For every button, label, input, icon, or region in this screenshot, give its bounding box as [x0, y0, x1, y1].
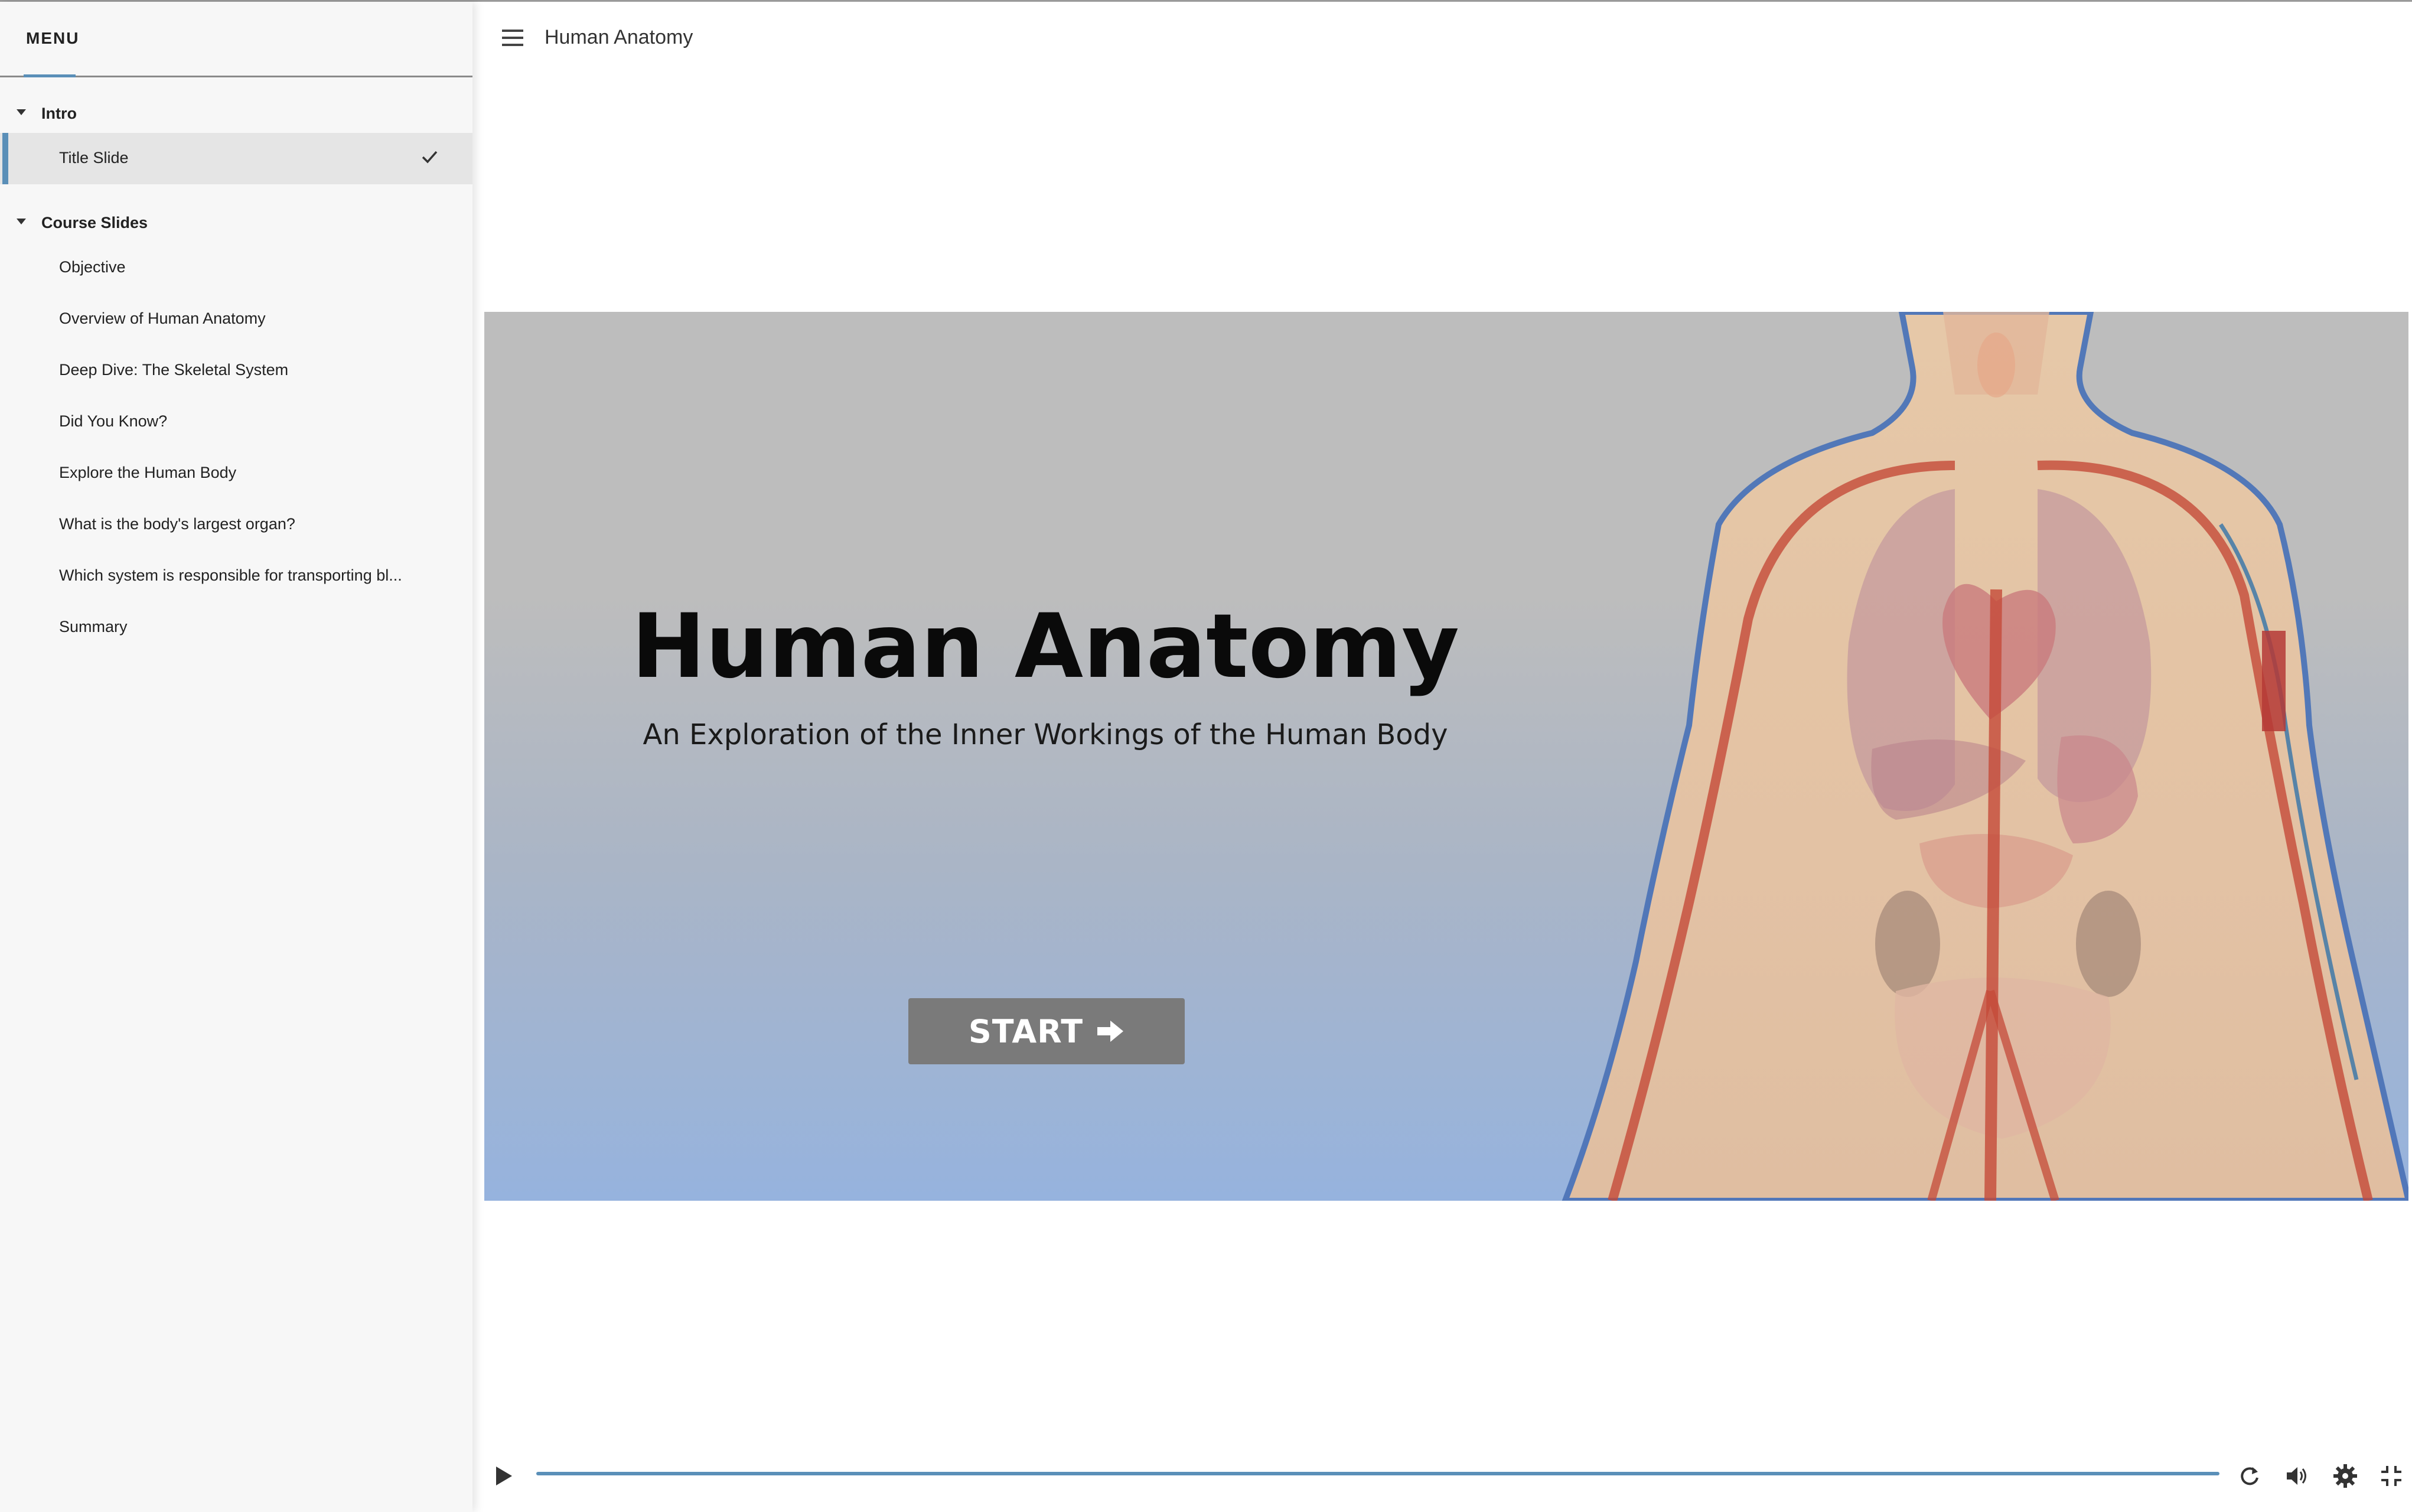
sidebar-item-overview[interactable]: Overview of Human Anatomy	[0, 294, 472, 345]
exit-fullscreen-icon[interactable]	[2378, 1462, 2405, 1490]
section-title: Intro	[41, 105, 77, 122]
sidebar-item-label: Did You Know?	[59, 412, 168, 430]
menu-header: MENU	[0, 2, 472, 77]
sidebar-item-title-slide[interactable]: Title Slide	[0, 133, 472, 184]
hamburger-icon[interactable]	[502, 30, 523, 46]
sidebar-item-skeletal-system[interactable]: Deep Dive: The Skeletal System	[0, 345, 472, 396]
sidebar-item-transport-system[interactable]: Which system is responsible for transpor…	[0, 550, 472, 602]
human-anatomy-illustration	[1562, 312, 2408, 1201]
sidebar-item-summary[interactable]: Summary	[0, 602, 472, 653]
sidebar-item-label: Objective	[59, 258, 126, 276]
sidebar-item-label: Title Slide	[59, 149, 129, 167]
progress-bar[interactable]	[536, 1472, 2219, 1475]
active-indicator	[2, 133, 8, 184]
menu-tab-indicator	[24, 74, 76, 77]
slide-title: Human Anatomy	[631, 595, 1459, 698]
start-button-label: START	[968, 1012, 1084, 1050]
sidebar-item-label: Summary	[59, 618, 128, 636]
caret-down-icon	[17, 109, 26, 115]
app-title: Human Anatomy	[545, 26, 693, 48]
sidebar-item-objective[interactable]: Objective	[0, 242, 472, 294]
section-intro[interactable]: Intro	[0, 95, 472, 133]
sidebar-item-did-you-know[interactable]: Did You Know?	[0, 396, 472, 448]
section-title: Course Slides	[41, 214, 148, 232]
replay-icon[interactable]	[2236, 1462, 2263, 1490]
slide-subtitle: An Exploration of the Inner Workings of …	[643, 718, 1448, 751]
sidebar-menu: MENU Intro Title Slide Course Slides Obj…	[0, 2, 472, 1512]
gear-icon[interactable]	[2332, 1462, 2359, 1490]
menu-tab[interactable]: MENU	[26, 29, 79, 48]
arrow-right-icon	[1097, 1021, 1124, 1042]
start-button[interactable]: START	[908, 998, 1185, 1064]
sidebar-item-label: Explore the Human Body	[59, 464, 237, 481]
sidebar-item-label: What is the body's largest organ?	[59, 515, 295, 533]
sidebar-item-label: Which system is responsible for transpor…	[59, 566, 402, 584]
sidebar-item-label: Deep Dive: The Skeletal System	[59, 361, 289, 379]
play-icon[interactable]	[494, 1465, 514, 1487]
sidebar-item-explore[interactable]: Explore the Human Body	[0, 448, 472, 499]
caret-down-icon	[17, 219, 26, 224]
sidebar-item-label: Overview of Human Anatomy	[59, 309, 266, 327]
sidebar-item-largest-organ[interactable]: What is the body's largest organ?	[0, 499, 472, 550]
volume-icon[interactable]	[2283, 1462, 2310, 1490]
checkmark-icon	[422, 151, 438, 164]
slide-canvas: Human Anatomy An Exploration of the Inne…	[484, 312, 2408, 1201]
section-course-slides[interactable]: Course Slides	[0, 204, 472, 242]
